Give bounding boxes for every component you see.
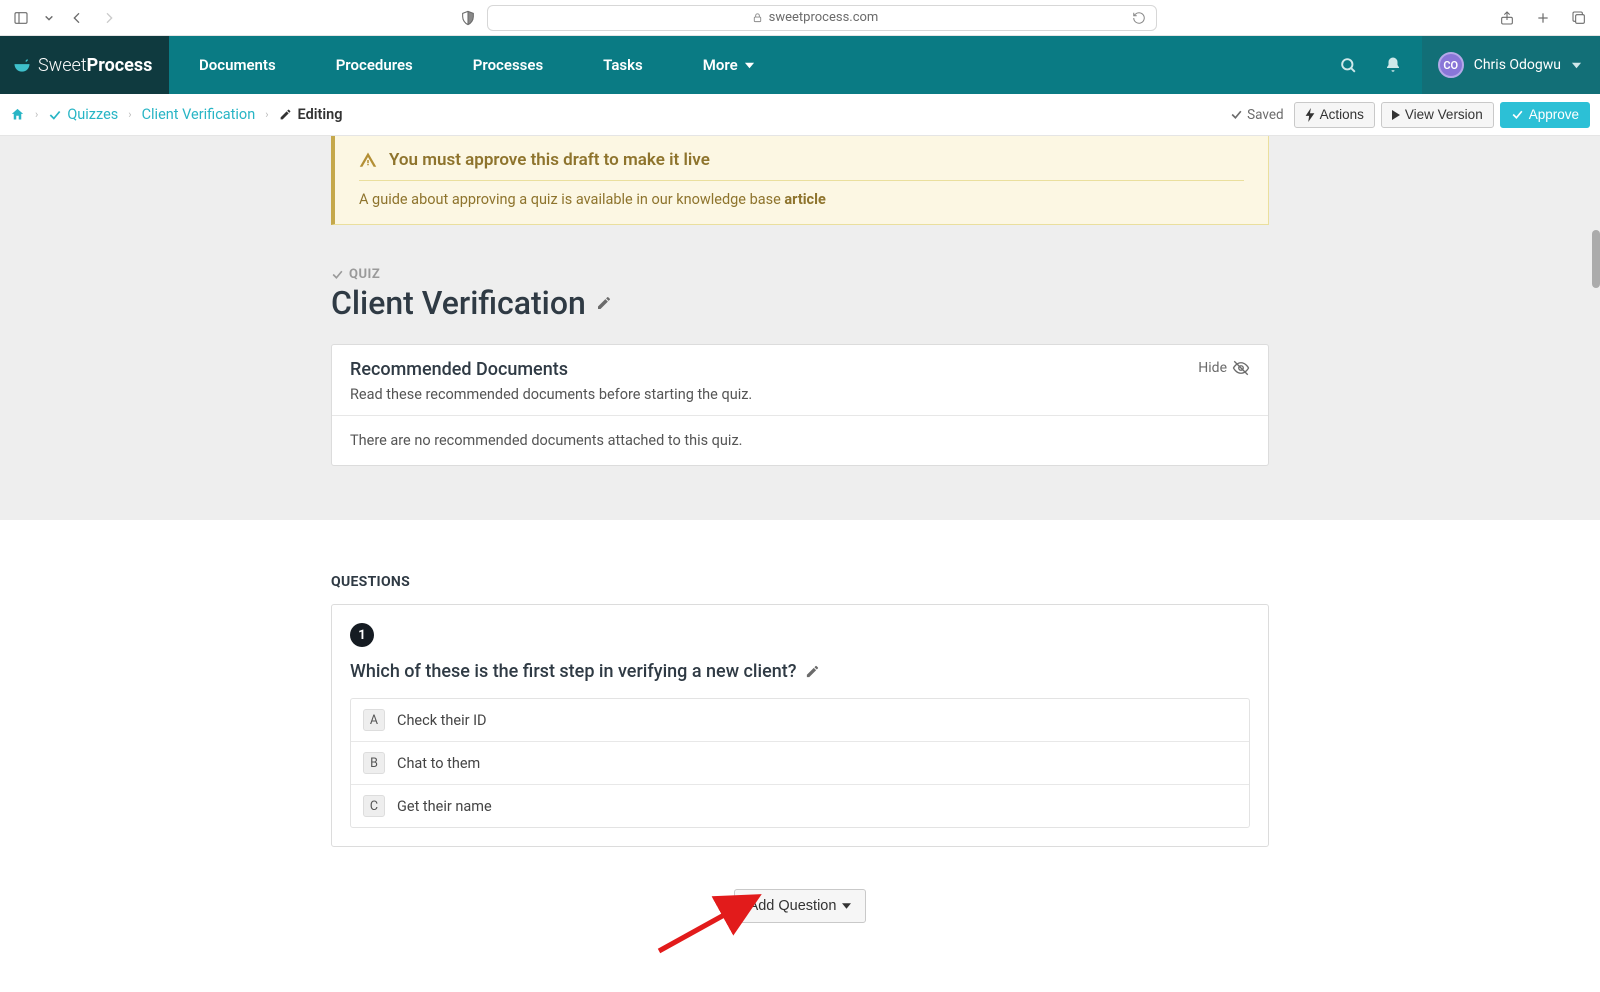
recommended-subtitle: Read these recommended documents before … [350, 386, 1198, 403]
question-number: 1 [350, 623, 374, 647]
chevron-down-icon[interactable] [44, 9, 54, 27]
answer-option[interactable]: B Chat to them [351, 741, 1249, 784]
nav-items: Documents Procedures Processes Tasks Mor… [169, 36, 785, 94]
lock-icon [752, 12, 763, 23]
recommended-docs-panel: Recommended Documents Read these recomme… [331, 344, 1269, 466]
answer-text: Chat to them [397, 755, 480, 772]
breadcrumb-quiz-name[interactable]: Client Verification [142, 106, 256, 123]
bell-icon[interactable] [1384, 56, 1402, 74]
eye-off-icon [1232, 359, 1250, 377]
share-icon[interactable] [1498, 9, 1516, 27]
pencil-icon [279, 108, 292, 121]
tabs-overview-icon[interactable] [1570, 9, 1588, 27]
caret-down-icon [842, 903, 851, 909]
warning-icon [359, 151, 377, 169]
reload-icon[interactable] [1132, 9, 1146, 27]
breadcrumb: › Quizzes › Client Verification › Editin… [10, 106, 343, 123]
breadcrumb-sep: › [265, 108, 268, 121]
pencil-icon [596, 295, 612, 311]
answer-text: Check their ID [397, 712, 487, 729]
breadcrumb-sep: › [35, 108, 38, 121]
toolbar-actions: Saved Actions View Version Approve [1230, 102, 1590, 128]
edit-title-button[interactable] [596, 295, 612, 311]
answer-letter: B [363, 752, 385, 774]
notice-article-link[interactable]: article [784, 191, 825, 208]
user-name: Chris Odogwu [1474, 57, 1561, 73]
chevron-down-icon [1571, 60, 1582, 71]
check-icon [48, 108, 62, 122]
logo-icon [12, 55, 32, 75]
hide-toggle[interactable]: Hide [1198, 359, 1250, 377]
home-icon [10, 107, 25, 122]
quiz-badge: QUIZ [331, 267, 1269, 282]
url-bar-group: sweetprocess.com [146, 5, 1470, 31]
main-nav: SweetProcess Documents Procedures Proces… [0, 36, 1600, 94]
privacy-shield-icon[interactable] [459, 9, 477, 27]
answer-option[interactable]: A Check their ID [351, 699, 1249, 741]
question-text: Which of these is the first step in veri… [350, 661, 1250, 682]
view-version-button[interactable]: View Version [1381, 102, 1494, 128]
logo-text: SweetProcess [38, 55, 152, 76]
draft-section: You must approve this draft to make it l… [0, 136, 1600, 520]
nav-more[interactable]: More [673, 36, 785, 94]
answer-text: Get their name [397, 798, 492, 815]
nav-processes[interactable]: Processes [443, 36, 573, 94]
lightning-icon [1305, 108, 1315, 122]
saved-indicator: Saved [1230, 107, 1284, 123]
nav-documents[interactable]: Documents [169, 36, 306, 94]
actions-button[interactable]: Actions [1294, 102, 1375, 128]
answer-option[interactable]: C Get their name [351, 784, 1249, 827]
nav-icons [1339, 36, 1422, 94]
check-icon [1511, 108, 1524, 121]
scrollbar-thumb[interactable] [1592, 230, 1600, 288]
quiz-title: Client Verification [331, 284, 1269, 322]
approve-button[interactable]: Approve [1500, 102, 1590, 128]
url-bar[interactable]: sweetprocess.com [487, 5, 1157, 31]
recommended-title: Recommended Documents [350, 359, 1198, 380]
nav-back-icon[interactable] [68, 9, 86, 27]
answer-letter: C [363, 795, 385, 817]
questions-section: QUESTIONS 1 Which of these is the first … [0, 520, 1600, 983]
answer-list: A Check their ID B Chat to them C Get th… [350, 698, 1250, 828]
browser-chrome: sweetprocess.com [0, 0, 1600, 36]
url-host: sweetprocess.com [769, 10, 879, 25]
logo[interactable]: SweetProcess [0, 36, 169, 94]
breadcrumb-editing: Editing [279, 106, 343, 123]
edit-question-button[interactable] [805, 664, 820, 679]
chrome-left-controls [12, 9, 118, 27]
new-tab-icon[interactable] [1534, 9, 1552, 27]
quiz-header: QUIZ Client Verification [331, 267, 1269, 322]
answer-letter: A [363, 709, 385, 731]
nav-procedures[interactable]: Procedures [306, 36, 443, 94]
chrome-right-controls [1498, 9, 1588, 27]
add-question-wrap: Add Question [331, 889, 1269, 983]
breadcrumb-home[interactable] [10, 107, 25, 122]
approval-notice: You must approve this draft to make it l… [331, 136, 1269, 225]
check-icon [1230, 108, 1243, 121]
sidebar-toggle-icon[interactable] [12, 9, 30, 27]
breadcrumb-quizzes[interactable]: Quizzes [48, 106, 118, 123]
add-question-button[interactable]: Add Question [734, 889, 867, 923]
check-icon [331, 268, 344, 281]
search-icon[interactable] [1339, 56, 1358, 75]
breadcrumb-sep: › [128, 108, 131, 121]
recommended-empty-text: There are no recommended documents attac… [332, 416, 1268, 465]
nav-tasks[interactable]: Tasks [573, 36, 673, 94]
nav-forward-icon [100, 9, 118, 27]
notice-title: You must approve this draft to make it l… [359, 150, 1244, 170]
questions-header: QUESTIONS [331, 574, 1269, 590]
question-card: 1 Which of these is the first step in ve… [331, 604, 1269, 847]
chevron-down-icon [744, 60, 755, 71]
avatar: CO [1438, 52, 1464, 78]
pencil-icon [805, 664, 820, 679]
notice-subtext: A guide about approving a quiz is availa… [359, 191, 1244, 208]
breadcrumb-bar: › Quizzes › Client Verification › Editin… [0, 94, 1600, 136]
caret-right-icon [1392, 110, 1400, 120]
user-menu[interactable]: CO Chris Odogwu [1422, 36, 1600, 94]
